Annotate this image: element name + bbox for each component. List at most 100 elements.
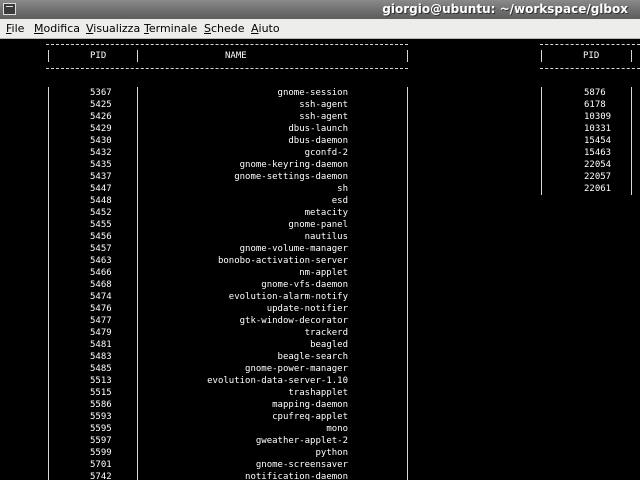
menu-file[interactable]: File	[6, 22, 24, 35]
process-name-cell: evolution-data-server-1.10	[207, 376, 348, 386]
table-column-divider	[407, 387, 408, 399]
right-table-header-rule	[540, 68, 640, 69]
table-column-divider	[407, 435, 408, 447]
table-column-divider	[541, 183, 542, 195]
table-column-divider	[137, 123, 138, 135]
table-column-divider	[48, 303, 49, 315]
table-column-divider	[48, 147, 49, 159]
menu-modifica[interactable]: Modifica	[34, 22, 80, 35]
pid-cell: 5593	[90, 412, 112, 422]
process-name-cell: gweather-applet-2	[255, 436, 348, 446]
table-column-divider	[631, 159, 632, 171]
window-menu-icon[interactable]	[3, 3, 16, 15]
menu-bar: File Modifica Visualizza Terminale Sched…	[0, 19, 640, 39]
table-column-divider	[137, 255, 138, 267]
table-column-divider	[137, 87, 138, 99]
terminal-output[interactable]: PID NAME 5367 gnome-session 5425 ssh-agent 5…	[0, 39, 640, 480]
table-column-divider	[137, 471, 138, 480]
table-column-divider	[48, 411, 49, 423]
menu-schede[interactable]: Schede	[204, 22, 245, 35]
process-name-cell: ssh-agent	[299, 112, 348, 122]
pid-cell: 5448	[90, 196, 112, 206]
menu-aiuto[interactable]: Aiuto	[251, 22, 280, 35]
pid-cell: 5483	[90, 352, 112, 362]
process-name-cell: gnome-vfs-daemon	[261, 280, 348, 290]
table-column-divider	[541, 99, 542, 111]
table-column-divider	[407, 243, 408, 255]
pid-cell: 5468	[90, 280, 112, 290]
table-column-divider	[137, 435, 138, 447]
table-column-divider	[407, 207, 408, 219]
process-name-cell: ssh-agent	[299, 100, 348, 110]
table-column-divider	[48, 87, 49, 99]
table-column-divider	[48, 135, 49, 147]
table-column-divider	[541, 147, 542, 159]
table-column-divider	[137, 291, 138, 303]
menu-visualizza[interactable]: Visualizza	[86, 22, 140, 35]
pid-cell: 5435	[90, 160, 112, 170]
table-column-divider	[48, 159, 49, 171]
table-column-divider	[48, 435, 49, 447]
pid-cell: 5599	[90, 448, 112, 458]
table-column-divider	[407, 315, 408, 327]
table-column-divider	[137, 183, 138, 195]
table-column-divider	[541, 159, 542, 171]
pid-cell: 5701	[90, 460, 112, 470]
right-table-divider	[631, 50, 632, 62]
table-column-divider	[48, 171, 49, 183]
table-column-divider	[407, 303, 408, 315]
table-column-divider	[137, 111, 138, 123]
window-titlebar[interactable]: giorgio@ubuntu: ~/workspace/glbox	[0, 0, 640, 20]
left-table-divider	[137, 50, 138, 62]
process-name-cell: nautilus	[304, 232, 348, 242]
pid-cell: 5466	[90, 268, 112, 278]
window-title: giorgio@ubuntu: ~/workspace/glbox	[382, 2, 628, 16]
table-column-divider	[48, 111, 49, 123]
table-column-divider	[137, 339, 138, 351]
table-column-divider	[48, 219, 49, 231]
pid-cell: 5742	[90, 472, 112, 480]
table-column-divider	[407, 339, 408, 351]
table-column-divider	[137, 99, 138, 111]
left-pid-header: PID	[90, 51, 107, 61]
menu-terminale[interactable]: Terminale	[144, 22, 197, 35]
pid-cell: 5586	[90, 400, 112, 410]
process-name-cell: dbus-daemon	[288, 136, 348, 146]
table-column-divider	[137, 447, 138, 459]
pid-cell: 15454	[584, 136, 612, 146]
process-name-cell: gconfd-2	[304, 148, 348, 158]
pid-cell: 5367	[90, 88, 112, 98]
table-column-divider	[407, 411, 408, 423]
process-name-cell: beagled	[310, 340, 348, 350]
table-column-divider	[137, 195, 138, 207]
table-column-divider	[541, 111, 542, 123]
pid-cell: 5425	[90, 100, 112, 110]
process-name-cell: sh	[337, 184, 348, 194]
table-column-divider	[541, 87, 542, 99]
pid-cell: 5457	[90, 244, 112, 254]
pid-cell: 5513	[90, 376, 112, 386]
left-table-divider	[48, 50, 49, 62]
pid-cell: 5455	[90, 220, 112, 230]
pid-cell: 22057	[584, 172, 612, 182]
process-name-cell: beagle-search	[277, 352, 348, 362]
left-name-header: NAME	[225, 51, 247, 61]
table-column-divider	[407, 111, 408, 123]
table-column-divider	[137, 387, 138, 399]
table-column-divider	[48, 351, 49, 363]
process-name-cell: python	[315, 448, 348, 458]
table-column-divider	[407, 99, 408, 111]
table-column-divider	[137, 207, 138, 219]
process-name-cell: gnome-panel	[288, 220, 348, 230]
table-column-divider	[48, 207, 49, 219]
table-column-divider	[48, 387, 49, 399]
pid-cell: 5437	[90, 172, 112, 182]
pid-cell: 10309	[584, 112, 612, 122]
pid-cell: 15463	[584, 148, 612, 158]
table-column-divider	[48, 375, 49, 387]
right-table-top-rule	[540, 44, 640, 45]
pid-cell: 5426	[90, 112, 112, 122]
process-name-cell: notification-daemon	[245, 472, 348, 480]
table-column-divider	[407, 195, 408, 207]
table-column-divider	[137, 279, 138, 291]
